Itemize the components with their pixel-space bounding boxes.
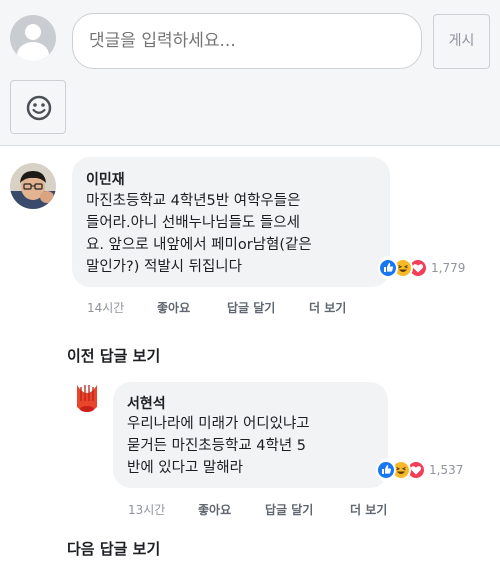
comment-author[interactable]: 이민재 [86,169,125,189]
like-button[interactable]: 좋아요 [198,501,231,518]
like-button[interactable]: 좋아요 [157,299,190,316]
like-reaction-icon [376,460,396,480]
reaction-count: 1,779 [431,261,466,275]
reply-time[interactable]: 13시간 [128,501,165,518]
reply-button[interactable]: 답글 달기 [227,299,275,316]
reaction-summary[interactable]: 1,779 [378,256,470,280]
comment-text-line: 마진초등학교 4학년5반 여학우들은 [86,193,301,209]
like-reaction-icon [378,258,398,278]
current-user-avatar [10,15,56,61]
comment-text-line: 요. 앞으로 내앞에서 페미or남혐(같은 [86,237,312,253]
previous-replies-link[interactable]: 이전 답글 보기 [67,345,160,366]
reply-button[interactable]: 답글 달기 [265,501,313,518]
reaction-count: 1,537 [429,463,464,477]
reaction-summary[interactable]: 1,537 [376,458,468,482]
emoji-button[interactable] [10,80,66,134]
reply-text-line: 우리나라에 미래가 어디있냐고 [127,416,310,432]
comment-text-line: 들어라.아니 선배누나님들도 들으세 [86,215,300,231]
comment-input[interactable] [72,13,422,69]
reply-meta: 13시간 좋아요 답글 달기 더 보기 [128,501,428,517]
comment-text-line: 말인가?) 적발시 뒤집니다 [86,259,242,275]
post-button[interactable]: 게시 [433,14,490,69]
comment-time[interactable]: 14시간 [87,299,124,316]
comment-composer: 게시 [0,0,500,145]
comment-meta: 14시간 좋아요 답글 달기 더 보기 [87,299,387,315]
next-replies-link[interactable]: 다음 답글 보기 [67,538,160,559]
composer-divider [0,145,500,146]
replier-avatar[interactable] [69,381,105,417]
more-button[interactable]: 더 보기 [309,299,346,316]
more-button[interactable]: 더 보기 [350,501,387,518]
reply-text-line: 반에 있다고 말해라 [127,460,243,476]
reply-author[interactable]: 서현석 [127,393,166,413]
smiley-icon [26,95,52,121]
commenter-avatar[interactable] [10,163,56,209]
reply-text-line: 묻거든 마진초등학교 4학년 5 [127,438,307,454]
